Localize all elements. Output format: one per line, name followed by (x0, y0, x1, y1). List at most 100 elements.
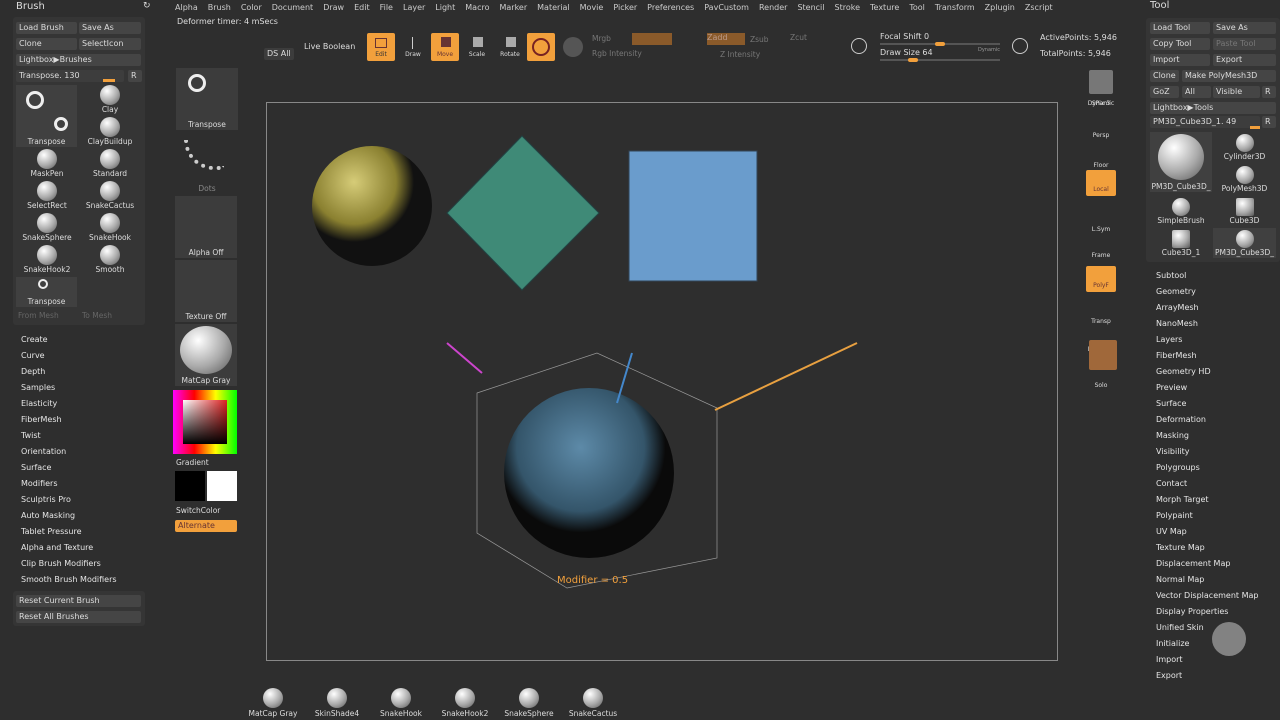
refresh-icon[interactable]: ↻ (143, 1, 151, 11)
section-smooth-brush-modifiers[interactable]: Smooth Brush Modifiers (21, 572, 117, 588)
brush-snakehook[interactable]: SnakeHook (79, 213, 141, 244)
brush-clay[interactable]: Clay (79, 85, 141, 116)
section-surface[interactable]: Surface (21, 460, 117, 476)
transpose-arrow[interactable] (714, 342, 858, 411)
section-depth[interactable]: Depth (21, 364, 117, 380)
shelf-transpose-button[interactable]: Transpose (176, 68, 238, 130)
focal-shift-knob[interactable] (935, 42, 945, 46)
tool-section-polygroups[interactable]: Polygroups (1156, 460, 1258, 476)
tool-item-simplebrush[interactable]: SimpleBrush (1150, 196, 1212, 226)
section-sculptris-pro[interactable]: Sculptris Pro (21, 492, 117, 508)
shelf-persp-button[interactable]: Persp (1086, 116, 1116, 142)
move-button[interactable]: Move (431, 33, 459, 61)
tool-button-make-polymesh3d[interactable]: Make PolyMesh3D (1182, 70, 1276, 82)
menu-layer[interactable]: Layer (403, 3, 425, 12)
stroke-dots-button[interactable]: Dots (176, 134, 238, 194)
tool-item-cylinder3d[interactable]: Cylinder3D (1213, 132, 1276, 162)
tool-section-normal-map[interactable]: Normal Map (1156, 572, 1258, 588)
section-fibermesh[interactable]: FiberMesh (21, 412, 117, 428)
tool-section-subtool[interactable]: Subtool (1156, 268, 1258, 284)
draw-size-track[interactable] (880, 58, 1000, 62)
tool-button-lightbox-tools[interactable]: Lightbox▶Tools (1150, 102, 1276, 114)
tool-section-deformation[interactable]: Deformation (1156, 412, 1258, 428)
menu-tool[interactable]: Tool (909, 3, 925, 12)
brush-claybuildup[interactable]: ClayBuildup (79, 117, 141, 148)
menu-stencil[interactable]: Stencil (797, 3, 824, 12)
brush-selectrect[interactable]: SelectRect (16, 181, 78, 212)
section-auto-masking[interactable]: Auto Masking (21, 508, 117, 524)
bpr-render-icon[interactable] (1089, 70, 1113, 94)
clone-button[interactable]: Clone (16, 38, 77, 50)
brush-snakecactus[interactable]: SnakeCactus (79, 181, 141, 212)
load-brush-button[interactable]: Load Brush (16, 22, 77, 34)
tool-section-masking[interactable]: Masking (1156, 428, 1258, 444)
z-intensity-slider[interactable]: Z Intensity (720, 50, 760, 59)
section-elasticity[interactable]: Elasticity (21, 396, 117, 412)
material-sphere-icon[interactable] (563, 37, 583, 57)
focal-shift-track[interactable] (880, 42, 1000, 46)
bottom-shelf-snakecactus[interactable]: SnakeCactus (565, 688, 621, 720)
live-boolean-button[interactable]: Live Boolean (304, 42, 355, 51)
rotate-button[interactable]: Rotate (497, 33, 523, 61)
tool-section-geometry-hd[interactable]: Geometry HD (1156, 364, 1258, 380)
shelf-lsym-button[interactable]: L.Sym (1086, 210, 1116, 236)
tool-button-paste-tool[interactable]: Paste Tool (1213, 38, 1276, 50)
axis-handle[interactable] (616, 352, 633, 404)
section-create[interactable]: Create (21, 332, 117, 348)
lightbox-brushes-button[interactable]: Lightbox▶Brushes (16, 54, 141, 66)
shelf-local-button[interactable]: Local (1086, 170, 1116, 196)
transpose-handle[interactable] (446, 342, 483, 374)
menu-preferences[interactable]: Preferences (647, 3, 694, 12)
section-alpha-and-texture[interactable]: Alpha and Texture (21, 540, 117, 556)
tool-button-load-tool[interactable]: Load Tool (1150, 22, 1210, 34)
main-color-swatch[interactable] (175, 471, 205, 501)
tool-button-visible[interactable]: Visible (1213, 86, 1260, 98)
menu-transform[interactable]: Transform (935, 3, 975, 12)
tool-section-surface[interactable]: Surface (1156, 396, 1258, 412)
section-samples[interactable]: Samples (21, 380, 117, 396)
tool-section-texture-map[interactable]: Texture Map (1156, 540, 1258, 556)
tool-button-save-as[interactable]: Save As (1213, 22, 1276, 34)
shelf-frame-button[interactable]: Frame (1086, 236, 1116, 262)
menu-file[interactable]: File (380, 3, 393, 12)
tool-slider-knob[interactable] (1250, 126, 1260, 129)
tool-slider[interactable]: PM3D_Cube3D_1. 49 (1150, 116, 1260, 128)
canvas-viewport[interactable]: Modifier = 0.5 (266, 102, 1058, 661)
tool-section-nanomesh[interactable]: NanoMesh (1156, 316, 1258, 332)
draw-size-slider[interactable]: Draw Size 64 (880, 48, 933, 57)
reset-all-brushes-button[interactable]: Reset All Brushes (16, 611, 141, 623)
stroke-d-icon[interactable] (1012, 38, 1028, 54)
transpose-brush-2[interactable]: Transpose (16, 277, 77, 307)
mrgb-button[interactable]: Mrgb (592, 34, 611, 43)
zadd-button[interactable]: Zadd (707, 33, 745, 45)
tool-item-cube3d-1[interactable]: Cube3D_1 (1150, 228, 1212, 258)
menu-movie[interactable]: Movie (580, 3, 604, 12)
tool-section-fibermesh[interactable]: FiberMesh (1156, 348, 1258, 364)
tool-item-cube3d[interactable]: Cube3D (1213, 196, 1276, 226)
brush-snakesphere[interactable]: SnakeSphere (16, 213, 78, 244)
lightbulb-icon[interactable] (1212, 622, 1246, 656)
tool-section-visibility[interactable]: Visibility (1156, 444, 1258, 460)
alpha-button[interactable]: Alpha Off (175, 196, 237, 258)
menu-light[interactable]: Light (435, 3, 455, 12)
gradient-toggle[interactable]: Gradient (176, 458, 209, 467)
ds-all-button[interactable]: DS All (264, 48, 294, 60)
draw-size-knob[interactable] (908, 58, 918, 62)
tool-item-polymesh3d[interactable]: PolyMesh3D (1213, 164, 1276, 194)
tool-section-uv-map[interactable]: UV Map (1156, 524, 1258, 540)
reset-current-brush-button[interactable]: Reset Current Brush (16, 595, 141, 607)
tool-section-morph-target[interactable]: Morph Target (1156, 492, 1258, 508)
tool-button-copy-tool[interactable]: Copy Tool (1150, 38, 1210, 50)
tool-section-import[interactable]: Import (1156, 652, 1258, 668)
tool-button-clone[interactable]: Clone (1150, 70, 1179, 82)
draw-button[interactable]: Draw (400, 33, 426, 61)
to-mesh-button[interactable]: To Mesh (82, 311, 112, 320)
menu-macro[interactable]: Macro (465, 3, 489, 12)
alternate-button[interactable]: Alternate (175, 520, 237, 532)
tool-button-export[interactable]: Export (1213, 54, 1276, 66)
shelf-polyf-button[interactable]: PolyF (1086, 266, 1116, 292)
section-clip-brush-modifiers[interactable]: Clip Brush Modifiers (21, 556, 117, 572)
zsub-button[interactable]: Zsub (750, 35, 769, 44)
bottom-shelf-skinshade4[interactable]: SkinShade4 (309, 688, 365, 720)
zcut-button[interactable]: Zcut (790, 33, 807, 42)
